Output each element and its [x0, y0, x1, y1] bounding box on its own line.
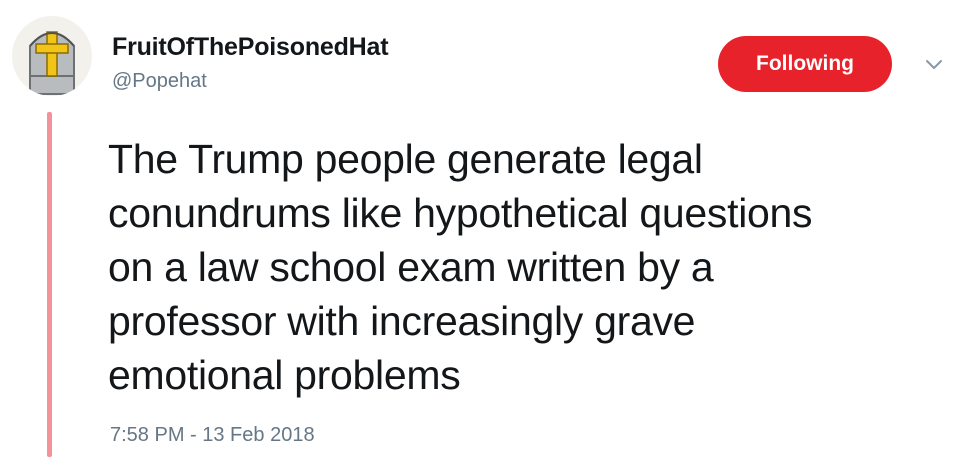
- avatar[interactable]: [12, 16, 92, 96]
- tweet-text-line: emotional problems: [108, 352, 461, 398]
- tweet-card: FruitOfThePoisonedHat @Popehat Following…: [0, 0, 980, 457]
- tweet-timestamp[interactable]: 7:58 PM - 13 Feb 2018: [110, 424, 315, 447]
- chevron-down-icon: [926, 60, 942, 69]
- tweet-text-line: conundrums like hypothetical questions: [108, 190, 813, 236]
- tweet-text-line: The Trump people generate legal: [108, 136, 703, 182]
- user-handle[interactable]: @Popehat: [112, 70, 207, 93]
- thread-connector-line: [47, 112, 52, 457]
- tweet-text-line: professor with increasingly grave: [108, 298, 696, 344]
- tweet-menu-button[interactable]: [922, 52, 946, 76]
- display-name[interactable]: FruitOfThePoisonedHat: [112, 33, 389, 62]
- tweet-text-line: on a law school exam written by a: [108, 244, 714, 290]
- following-button[interactable]: Following: [718, 36, 892, 92]
- popehat-mitre-icon: [29, 31, 75, 95]
- tweet-text: The Trump people generate legal conundru…: [108, 132, 958, 402]
